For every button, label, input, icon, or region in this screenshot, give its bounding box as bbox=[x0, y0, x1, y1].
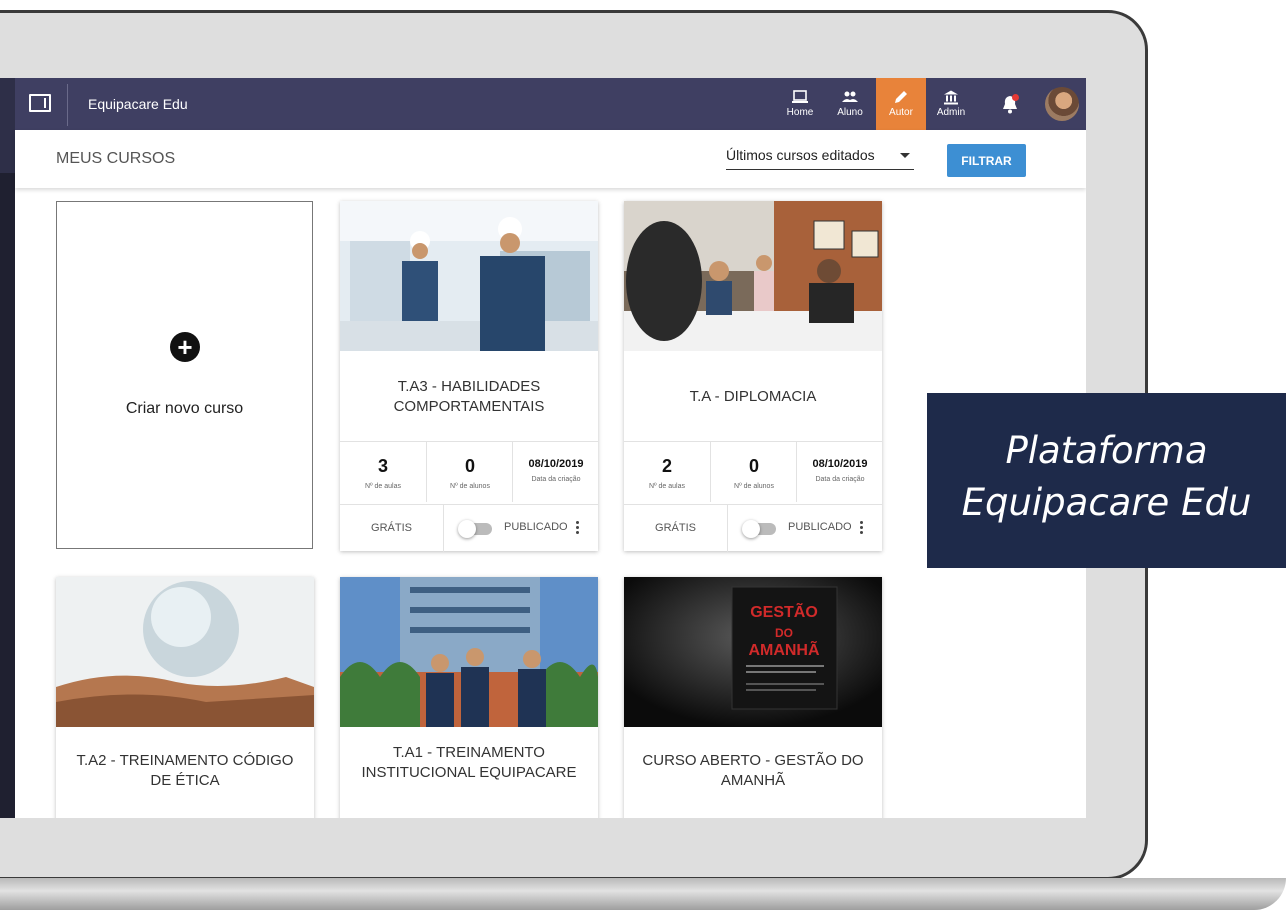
course-title: CURSO ABERTO - GESTÃO DO AMANHÃ bbox=[642, 752, 864, 789]
stat-aulas-label: Nº de aulas bbox=[364, 483, 402, 490]
stat-aulas: 3 Nº de aulas bbox=[340, 442, 426, 502]
course-card[interactable]: T.A - DIPLOMACIA 2 Nº de aulas 0 Nº de a… bbox=[624, 201, 882, 552]
user-avatar[interactable] bbox=[1045, 87, 1079, 121]
nav-aluno[interactable]: Aluno bbox=[825, 78, 875, 130]
nav-home[interactable]: Home bbox=[775, 78, 825, 130]
course-title: T.A - DIPLOMACIA bbox=[689, 388, 817, 405]
page-title: MEUS CURSOS bbox=[56, 150, 176, 167]
create-course-card[interactable]: + Criar novo curso bbox=[56, 201, 313, 549]
stat-date-value: 08/10/2019 bbox=[812, 458, 868, 470]
stat-date: 08/10/2019 Data da criação bbox=[796, 442, 883, 502]
stat-alunos-value: 0 bbox=[464, 456, 475, 476]
course-title: T.A1 - TREINAMENTO INSTITUCIONAL EQUIPAC… bbox=[361, 744, 577, 781]
stat-aulas-value: 3 bbox=[377, 456, 388, 476]
stat-date-label: Data da criação bbox=[531, 476, 581, 483]
stat-alunos: 0 Nº de alunos bbox=[710, 442, 797, 502]
nav-aluno-label: Aluno bbox=[837, 107, 863, 118]
chevron-down-icon bbox=[900, 153, 910, 158]
stat-alunos-label: Nº de alunos bbox=[734, 483, 774, 490]
svg-text:AMANHÃ: AMANHÃ bbox=[748, 639, 820, 659]
course-actions: GRÁTIS PUBLICADO bbox=[624, 504, 882, 552]
stat-alunos-value: 0 bbox=[748, 456, 759, 476]
course-stats: 3 Nº de aulas 0 Nº de alunos 08/10/2019 … bbox=[340, 441, 598, 505]
course-card[interactable]: GESTÃO DO AMANHÃ CURSO ABERTO - GESTÃO D… bbox=[624, 577, 882, 818]
price-label[interactable]: GRÁTIS bbox=[340, 505, 444, 552]
course-image: GESTÃO DO AMANHÃ bbox=[624, 577, 882, 727]
stat-date-label: Data da criação bbox=[815, 476, 865, 483]
course-card[interactable]: T.A3 - HABILIDADES COMPORTAMENTAIS 3 Nº … bbox=[340, 201, 598, 552]
menu-toggle-icon[interactable] bbox=[29, 94, 51, 112]
laptop-base bbox=[0, 878, 1286, 910]
nav-autor-label: Autor bbox=[889, 107, 913, 118]
platform-banner: Plataforma Equipacare Edu bbox=[927, 393, 1286, 568]
stat-aulas-label: Nº de aulas bbox=[648, 483, 686, 490]
notification-dot bbox=[1012, 94, 1019, 101]
side-strip-dark bbox=[0, 173, 15, 818]
more-vert-icon[interactable] bbox=[860, 519, 866, 536]
stat-alunos: 0 Nº de alunos bbox=[426, 442, 513, 502]
stat-date-value: 08/10/2019 bbox=[528, 458, 584, 470]
course-image bbox=[340, 201, 598, 351]
banner-line-1: Plataforma bbox=[1005, 429, 1208, 472]
app-screen: Equipacare Edu Home Aluno Autor Admin ME… bbox=[0, 78, 1086, 818]
banner-line-2: Equipacare Edu bbox=[961, 481, 1252, 524]
publish-status: PUBLICADO bbox=[788, 521, 852, 533]
course-title: T.A2 - TREINAMENTO CÓDIGO DE ÉTICA bbox=[76, 752, 294, 789]
course-image bbox=[56, 577, 314, 727]
pencil-icon bbox=[895, 91, 907, 103]
publish-status: PUBLICADO bbox=[504, 521, 568, 533]
svg-text:GESTÃO: GESTÃO bbox=[750, 601, 818, 621]
people-icon bbox=[842, 91, 858, 102]
nav-divider bbox=[67, 84, 68, 126]
nav-home-label: Home bbox=[786, 107, 814, 118]
nav-admin-label: Admin bbox=[936, 107, 966, 118]
top-navbar: Equipacare Edu Home Aluno Autor Admin bbox=[15, 78, 1086, 142]
stat-aulas-value: 2 bbox=[661, 456, 672, 476]
page-header: MEUS CURSOS Últimos cursos editados FILT… bbox=[15, 130, 1086, 188]
stat-date: 08/10/2019 Data da criação bbox=[512, 442, 599, 502]
plus-icon: + bbox=[170, 332, 200, 362]
laptop-icon bbox=[792, 90, 808, 103]
svg-text:DO: DO bbox=[775, 626, 793, 640]
course-image bbox=[624, 201, 882, 351]
course-card[interactable]: T.A2 - TREINAMENTO CÓDIGO DE ÉTICA bbox=[56, 577, 314, 818]
course-card[interactable]: T.A1 - TREINAMENTO INSTITUCIONAL EQUIPAC… bbox=[340, 577, 598, 818]
course-stats: 2 Nº de aulas 0 Nº de alunos 08/10/2019 … bbox=[624, 441, 882, 505]
bell-icon[interactable] bbox=[1001, 94, 1021, 116]
sort-select[interactable]: Últimos cursos editados bbox=[726, 147, 914, 170]
create-course-label: Criar novo curso bbox=[125, 400, 244, 417]
nav-admin[interactable]: Admin bbox=[926, 78, 976, 130]
stat-aulas: 2 Nº de aulas bbox=[624, 442, 710, 502]
stat-alunos-label: Nº de alunos bbox=[450, 483, 490, 490]
course-actions: GRÁTIS PUBLICADO bbox=[340, 504, 598, 552]
side-strip bbox=[0, 78, 15, 818]
course-image bbox=[340, 577, 598, 727]
more-vert-icon[interactable] bbox=[576, 519, 582, 536]
publish-toggle[interactable] bbox=[458, 520, 492, 538]
filter-button[interactable]: FILTRAR bbox=[947, 144, 1026, 177]
price-label[interactable]: GRÁTIS bbox=[624, 505, 728, 552]
sort-select-value: Últimos cursos editados bbox=[726, 147, 875, 163]
nav-autor[interactable]: Autor bbox=[876, 78, 926, 142]
course-title: T.A3 - HABILIDADES COMPORTAMENTAIS bbox=[393, 378, 545, 415]
publish-toggle[interactable] bbox=[742, 520, 776, 538]
app-title: Equipacare Edu bbox=[88, 96, 188, 112]
bank-icon bbox=[944, 90, 958, 105]
